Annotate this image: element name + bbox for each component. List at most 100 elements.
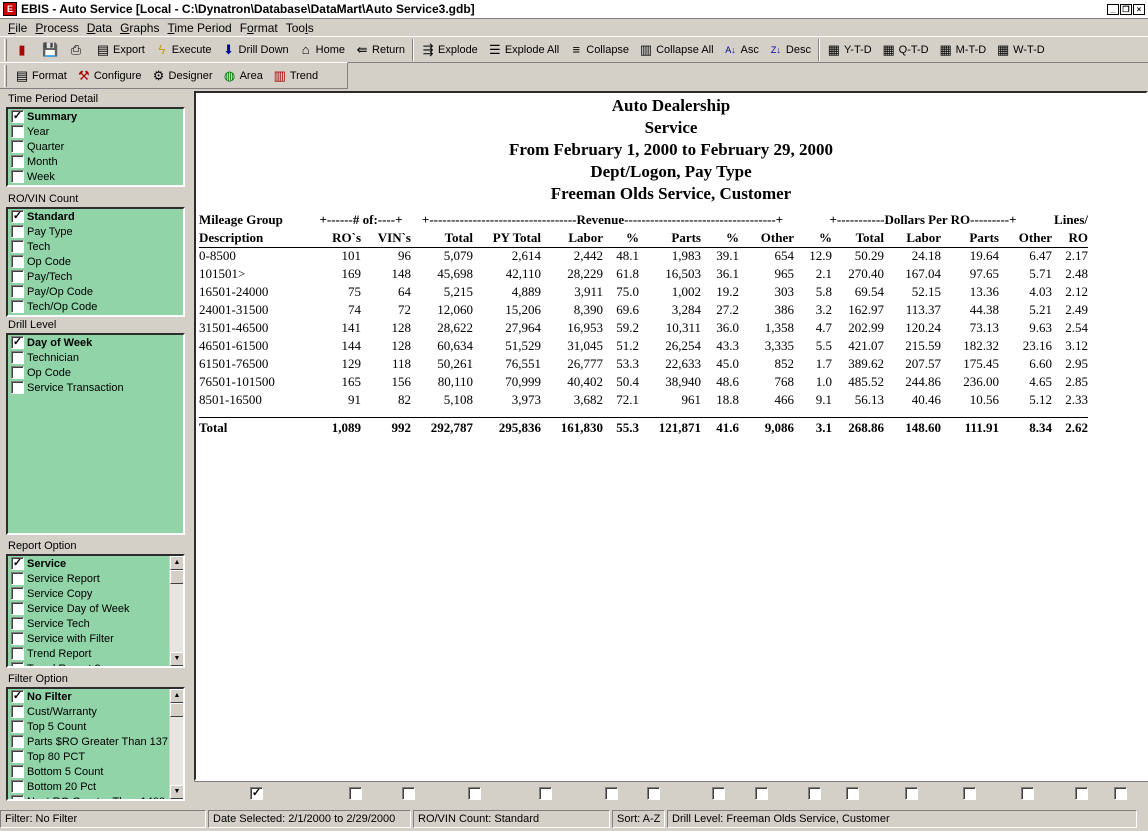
column-checkbox[interactable] [905,787,918,800]
list-item[interactable]: Year [8,124,183,139]
list-item[interactable]: Service Report [8,571,183,586]
scroll-up-arrow-icon[interactable]: ▲ [170,556,183,570]
table-row[interactable]: 76501-101500 165 156 80,110 70,999 40,402 50.4… [199,373,1088,391]
list-item[interactable]: Pay/Op Code [8,284,183,299]
execute-button[interactable]: ϟ Execute [150,39,217,61]
list-item[interactable]: Pay/Tech [8,269,183,284]
checkbox[interactable] [11,705,24,718]
list-item[interactable]: ✓ Summary [8,109,183,124]
checkbox-checked[interactable]: ✓ [11,336,24,349]
checkbox[interactable] [11,617,24,630]
list-item[interactable]: Week [8,169,183,184]
column-checkbox[interactable] [539,787,552,800]
list-item[interactable]: Bottom 5 Count [8,764,183,779]
list-item[interactable]: Op Code [8,365,183,380]
checkbox[interactable] [11,300,24,313]
checkbox[interactable] [11,285,24,298]
checkbox[interactable] [11,125,24,138]
checkbox[interactable] [11,632,24,645]
checkbox[interactable] [11,735,24,748]
table-row[interactable]: 31501-46500 141 128 28,622 27,964 16,953 59.2 1… [199,319,1088,337]
list-item[interactable]: Service Day of Week [8,601,183,616]
checkbox[interactable] [11,351,24,364]
minimize-button[interactable]: _ [1107,3,1119,15]
list-item[interactable]: Next RO Greater Than 1400 [8,794,183,799]
column-checkbox[interactable] [1075,787,1088,800]
list-item[interactable]: Service Copy [8,586,183,601]
checkbox[interactable] [11,572,24,585]
list-item[interactable]: Month [8,154,183,169]
checkbox[interactable] [11,602,24,615]
list-item[interactable]: Top 80 PCT [8,749,183,764]
list-item[interactable]: ✓ Day of Week [8,335,183,350]
list-item[interactable]: ✓ Standard [8,209,183,224]
collapse-all-button[interactable]: ▥ Collapse All [634,39,718,61]
area-button[interactable]: ◍ Area [218,65,268,87]
list-item[interactable]: Tech [8,239,183,254]
home-button[interactable]: ⌂ Home [294,39,350,61]
checkbox[interactable] [11,720,24,733]
return-button[interactable]: ⇚ Return [350,39,410,61]
checkbox[interactable] [11,587,24,600]
checkbox[interactable] [11,750,24,763]
menu-time-period[interactable]: Time Period [163,21,235,35]
menu-process[interactable]: Process [31,21,82,35]
column-checkbox[interactable] [1114,787,1127,800]
checkbox[interactable] [11,155,24,168]
checkbox[interactable] [11,795,24,799]
column-checkbox[interactable] [712,787,725,800]
list-item[interactable]: Service with Filter [8,631,183,646]
explode-all-button[interactable]: ☰ Explode All [483,39,564,61]
menu-file[interactable]: File [4,21,31,35]
checkbox[interactable] [11,240,24,253]
list-item[interactable]: ✓ Service [8,556,183,571]
table-row[interactable]: 0-8500 101 96 5,079 2,614 2,442 48.1 1,983 39.1 6… [199,247,1088,265]
scroll-thumb[interactable] [170,703,183,717]
checkbox[interactable] [11,255,24,268]
checkbox[interactable] [11,225,24,238]
mtd-button[interactable]: ▦ M-T-D [934,39,992,61]
list-item[interactable]: Quarter [8,139,183,154]
menu-graphs[interactable]: Graphs [116,21,163,35]
checkbox[interactable] [11,780,24,793]
menu-tools[interactable]: Tools [282,21,318,35]
column-checkbox[interactable] [846,787,859,800]
checkbox-checked[interactable]: ✓ [11,210,24,223]
scroll-up-arrow-icon[interactable]: ▲ [170,689,183,703]
export-button[interactable]: ▤ Export [91,39,150,61]
list-item[interactable]: Trend Report [8,646,183,661]
exit-button[interactable]: ▮ [10,39,37,61]
sort-asc-button[interactable]: A↓ Asc [719,39,764,61]
checkbox[interactable] [11,765,24,778]
table-row[interactable]: 16501-24000 75 64 5,215 4,889 3,911 75.0 1,002 1… [199,283,1088,301]
scroll-down-arrow-icon[interactable]: ▼ [170,785,183,799]
list-item[interactable]: Pay Type [8,224,183,239]
print-button[interactable]: ⎙ [64,39,91,61]
configure-button[interactable]: ⚒ Configure [72,65,147,87]
qtd-button[interactable]: ▦ Q-T-D [877,39,934,61]
drill-down-button[interactable]: ⬇ Drill Down [217,39,294,61]
list-item[interactable]: Tech/Op Code [8,299,183,314]
table-row[interactable]: 46501-61500 144 128 60,634 51,529 31,045 51.2 2… [199,337,1088,355]
checkbox[interactable] [11,662,24,666]
checkbox[interactable] [11,366,24,379]
table-row[interactable]: 8501-16500 91 82 5,108 3,973 3,682 72.1 961 18.8… [199,391,1088,409]
column-checkbox[interactable] [349,787,362,800]
list-item[interactable]: Service Tech [8,616,183,631]
checkbox[interactable] [11,170,24,183]
checkbox[interactable] [11,140,24,153]
checkbox-checked[interactable]: ✓ [11,110,24,123]
column-checkbox[interactable] [1021,787,1034,800]
column-checkbox[interactable] [963,787,976,800]
save-button[interactable]: 💾 [37,39,64,61]
checkbox[interactable] [11,647,24,660]
scroll-thumb[interactable] [170,570,183,584]
list-item[interactable]: Service Transaction [8,380,183,395]
list-item[interactable]: Technician [8,350,183,365]
menu-format[interactable]: Format [236,21,282,35]
sort-desc-button[interactable]: Z↓ Desc [764,39,816,61]
list-item[interactable]: Op Code [8,254,183,269]
checkbox-checked[interactable]: ✓ [11,690,24,703]
designer-button[interactable]: ⚙ Designer [147,65,218,87]
checkbox[interactable] [11,381,24,394]
